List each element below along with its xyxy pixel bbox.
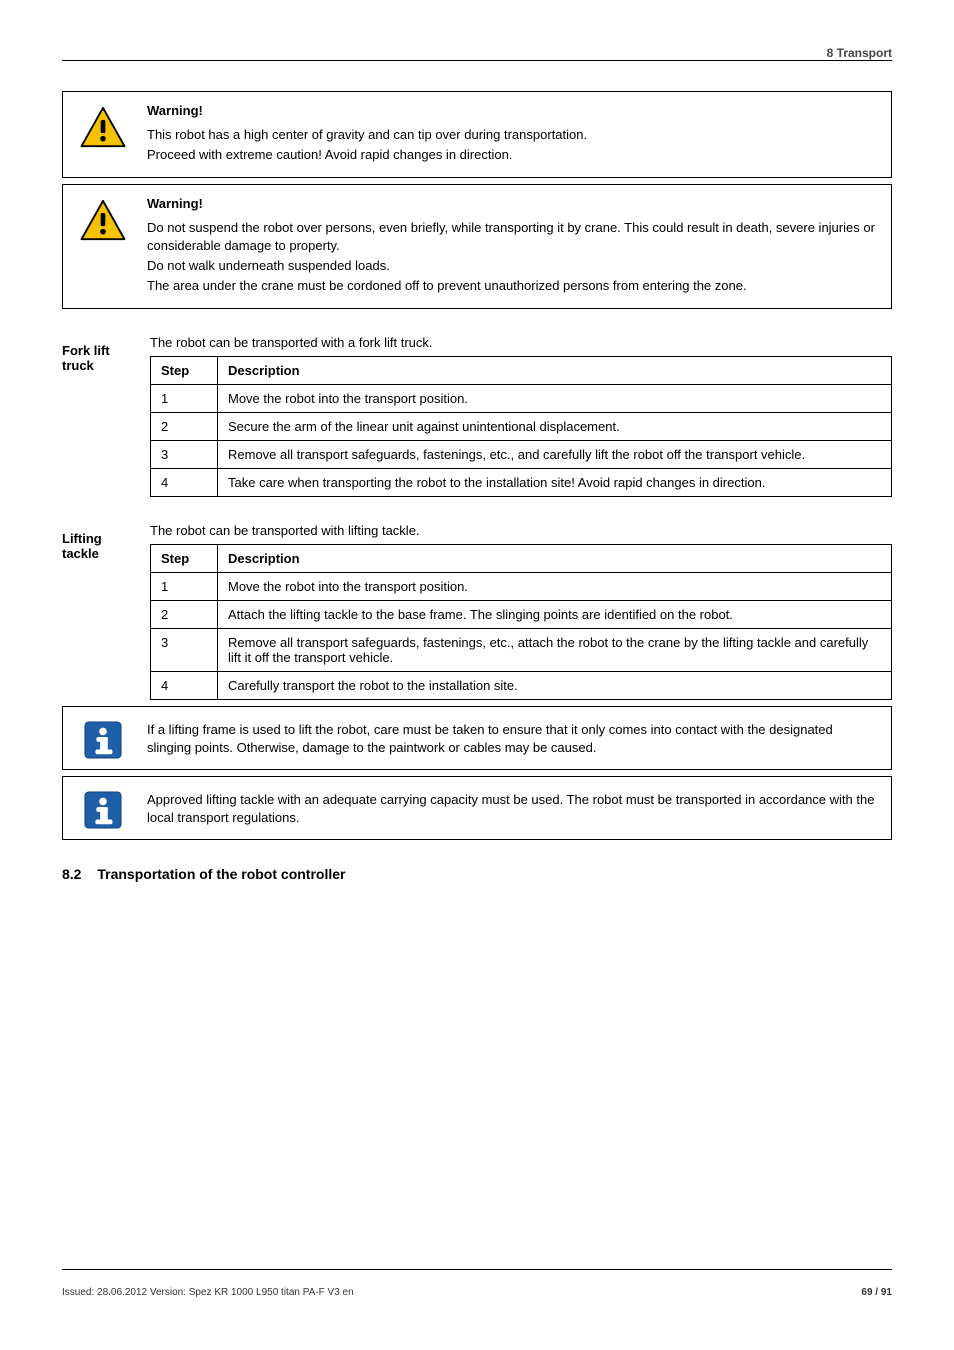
bottom-rule: [62, 1269, 892, 1270]
warning-2-line-1: Do not suspend the robot over persons, e…: [147, 219, 877, 255]
table-row: 4 Take care when transporting the robot …: [151, 468, 892, 496]
table-row: 2 Attach the lifting tackle to the base …: [151, 600, 892, 628]
warning-box-2: Warning! Do not suspend the robot over p…: [62, 184, 892, 309]
step-desc: Move the robot into the transport positi…: [218, 572, 892, 600]
table-row: 4 Carefully transport the robot to the i…: [151, 671, 892, 699]
step-number: 4: [151, 468, 218, 496]
step-number: 4: [151, 671, 218, 699]
warning-icon-cell: [77, 195, 129, 298]
info-icon: [84, 791, 122, 829]
table-row: 1 Move the robot into the transport posi…: [151, 572, 892, 600]
table-row: 1 Move the robot into the transport posi…: [151, 384, 892, 412]
info-1-text: If a lifting frame is used to lift the r…: [147, 717, 877, 759]
lifting-label: Lifting tackle: [62, 523, 122, 700]
section-heading: 8.2 Transportation of the robot controll…: [62, 866, 892, 882]
warning-1-text: Warning! This robot has a high center of…: [147, 102, 587, 167]
lifting-steps-table: Step Description 1 Move the robot into t…: [150, 544, 892, 700]
warning-icon: [79, 199, 127, 241]
table-header-desc: Description: [218, 544, 892, 572]
top-rule: [62, 60, 892, 61]
step-number: 2: [151, 412, 218, 440]
warning-2-line-2: Do not walk underneath suspended loads.: [147, 257, 877, 275]
step-desc: Move the robot into the transport positi…: [218, 384, 892, 412]
forklift-steps-table: Step Description 1 Move the robot into t…: [150, 356, 892, 497]
warning-1-line-2: Proceed with extreme caution! Avoid rapi…: [147, 146, 587, 164]
step-number: 2: [151, 600, 218, 628]
table-header-desc: Description: [218, 356, 892, 384]
step-number: 1: [151, 384, 218, 412]
warning-1-heading: Warning!: [147, 102, 587, 120]
forklift-label: Fork lift truck: [62, 335, 122, 497]
step-number: 1: [151, 572, 218, 600]
step-desc: Carefully transport the robot to the ins…: [218, 671, 892, 699]
warning-icon: [79, 106, 127, 148]
step-desc: Attach the lifting tackle to the base fr…: [218, 600, 892, 628]
footer: Issued: 28.06.2012 Version: Spez KR 1000…: [62, 1287, 892, 1298]
lifting-intro: The robot can be transported with liftin…: [150, 523, 892, 538]
warning-1-line-1: This robot has a high center of gravity …: [147, 126, 587, 144]
warning-2-heading: Warning!: [147, 195, 877, 213]
table-row: 3 Remove all transport safeguards, faste…: [151, 628, 892, 671]
info-2-text: Approved lifting tackle with an adequate…: [147, 787, 877, 829]
warning-2-line-3: The area under the crane must be cordone…: [147, 277, 877, 295]
lifting-row: Lifting tackle The robot can be transpor…: [62, 523, 892, 700]
step-desc: Secure the arm of the linear unit agains…: [218, 412, 892, 440]
info-icon-cell: [77, 717, 129, 759]
info-box-1: If a lifting frame is used to lift the r…: [62, 706, 892, 770]
table-header-step: Step: [151, 544, 218, 572]
section-title: Transportation of the robot controller: [97, 866, 345, 882]
forklift-intro: The robot can be transported with a fork…: [150, 335, 892, 350]
step-desc: Remove all transport safeguards, fasteni…: [218, 628, 892, 671]
warning-icon-cell: [77, 102, 129, 167]
header-section: 8 Transport: [827, 46, 892, 60]
table-row: 2 Secure the arm of the linear unit agai…: [151, 412, 892, 440]
step-desc: Remove all transport safeguards, fasteni…: [218, 440, 892, 468]
step-number: 3: [151, 628, 218, 671]
warning-box-1: Warning! This robot has a high center of…: [62, 91, 892, 178]
info-icon-cell: [77, 787, 129, 829]
footer-page: 69 / 91: [861, 1287, 892, 1298]
info-box-2: Approved lifting tackle with an adequate…: [62, 776, 892, 840]
warning-2-text: Warning! Do not suspend the robot over p…: [147, 195, 877, 298]
table-row: 3 Remove all transport safeguards, faste…: [151, 440, 892, 468]
forklift-row: Fork lift truck The robot can be transpo…: [62, 335, 892, 497]
info-icon: [84, 721, 122, 759]
table-header-step: Step: [151, 356, 218, 384]
footer-left: Issued: 28.06.2012 Version: Spez KR 1000…: [62, 1287, 354, 1298]
step-desc: Take care when transporting the robot to…: [218, 468, 892, 496]
section-number: 8.2: [62, 866, 81, 882]
step-number: 3: [151, 440, 218, 468]
